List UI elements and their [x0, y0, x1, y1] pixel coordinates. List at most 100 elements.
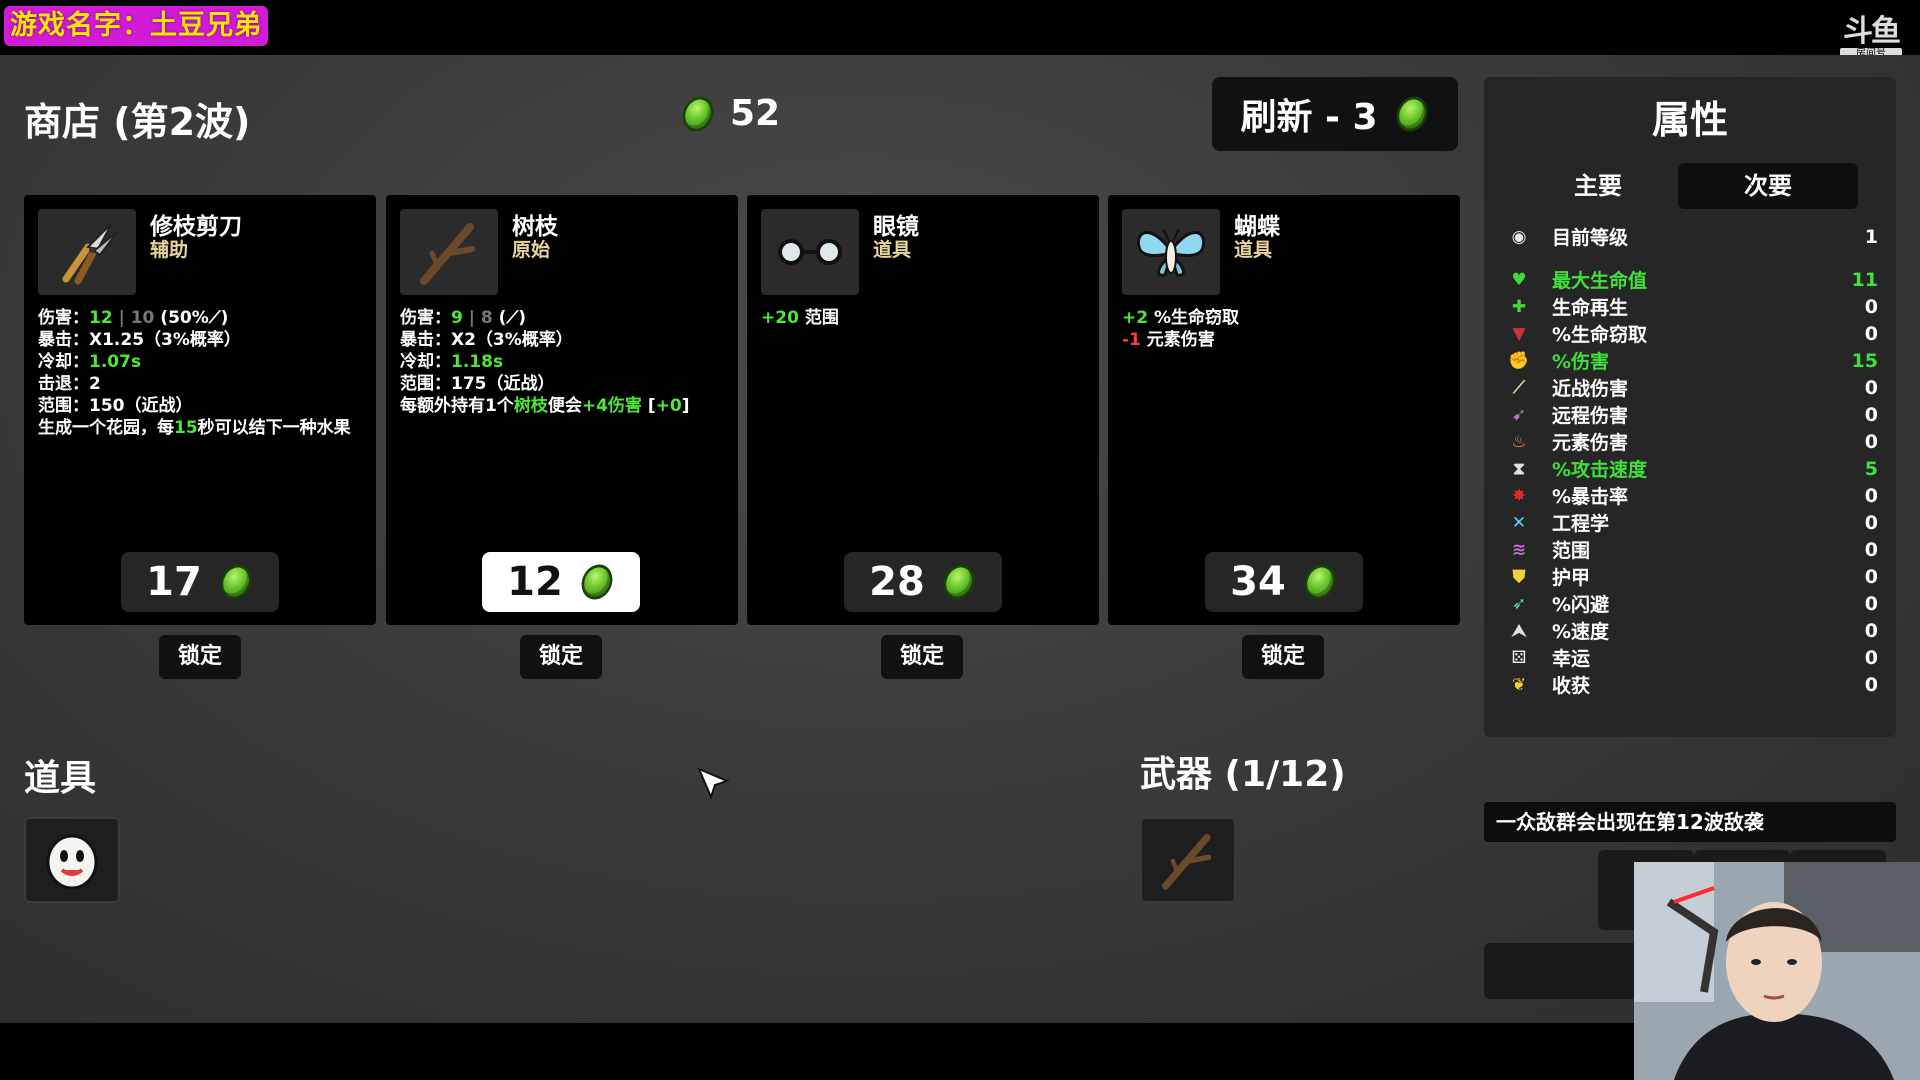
- attribute-value: 0: [1864, 538, 1878, 561]
- buy-price-button[interactable]: 17: [121, 552, 279, 612]
- card-kind: 辅助: [150, 239, 189, 261]
- attribute-row[interactable]: ✕ 工程学 0: [1506, 509, 1878, 536]
- potato-item-icon: [46, 834, 98, 890]
- attribute-row[interactable]: ✸ %暴击率 0: [1506, 482, 1878, 509]
- attribute-row[interactable]: ⟋ 近战伤害 0: [1506, 374, 1878, 401]
- attribute-label: 范围: [1552, 540, 1591, 562]
- stat-line: 范围：150（近战）: [38, 396, 193, 416]
- attribute-row[interactable]: ◉ 目前等级 1: [1506, 223, 1878, 250]
- card-description: 每额外持有1个树枝便会+4伤害 [+0]: [400, 396, 690, 416]
- card-stats: 伤害：12 | 10 (50%⟋) 暴击：X1.25（3%概率） 冷却：1.07…: [38, 307, 368, 439]
- attribute-row[interactable]: ➶ %闪避 0: [1506, 590, 1878, 617]
- attribute-row[interactable]: ⚄ 幸运 0: [1506, 644, 1878, 671]
- stat-line: 击退：2: [38, 374, 101, 394]
- material-coin-icon: [575, 559, 618, 605]
- material-coin-icon: [677, 90, 719, 137]
- attribute-value: 0: [1864, 403, 1878, 426]
- attribute-label: 元素伤害: [1552, 432, 1629, 454]
- attribute-row[interactable]: ⮝ %速度 0: [1506, 617, 1878, 644]
- lock-button-stick[interactable]: 锁定: [520, 635, 602, 679]
- effect-line: -1 元素伤害: [1122, 330, 1215, 350]
- attributes-panel: 属性 主要 次要 ◉ 目前等级 1 ♥ 最大生命值 11 ✚ 生命再生 0 ▼ %生命窃取 0 ✊ %伤害…: [1484, 77, 1896, 737]
- lock-button-pruning-shears[interactable]: 锁定: [159, 635, 241, 679]
- lock-button-glasses[interactable]: 锁定: [881, 635, 963, 679]
- attribute-label: %闪避: [1552, 594, 1610, 616]
- card-kind: 原始: [512, 239, 551, 261]
- attribute-row[interactable]: ▼ %生命窃取 0: [1506, 320, 1878, 347]
- attribute-row[interactable]: ⛊ 护甲 0: [1506, 563, 1878, 590]
- attributes-list: ◉ 目前等级 1 ♥ 最大生命值 11 ✚ 生命再生 0 ▼ %生命窃取 0 ✊ %伤害 15 ⟋ 近战伤害 0 ➹…: [1506, 223, 1878, 698]
- crit-icon: ✸: [1511, 485, 1527, 506]
- card-stats: 伤害：9 | 8 (⟋) 暴击：X2（3%概率） 冷却：1.18s 范围：175…: [400, 307, 730, 417]
- buy-price-button[interactable]: 34: [1205, 552, 1363, 612]
- attribute-row[interactable]: ✚ 生命再生 0: [1506, 293, 1878, 320]
- damage-icon: ✊: [1508, 350, 1530, 371]
- range-icon: ≋: [1511, 539, 1527, 560]
- attribute-label: 收获: [1552, 675, 1591, 697]
- gold-amount: 52: [730, 93, 781, 134]
- lock-button-butterfly[interactable]: 锁定: [1242, 635, 1324, 679]
- buy-price-button[interactable]: 28: [844, 552, 1002, 612]
- tab-secondary[interactable]: 次要: [1678, 163, 1858, 209]
- attribute-row[interactable]: ➹ 远程伤害 0: [1506, 401, 1878, 428]
- melee-icon: ⟋: [1513, 377, 1525, 398]
- attribute-label: %攻击速度: [1552, 459, 1648, 481]
- stat-line: 范围：175（近战）: [400, 374, 555, 394]
- stat-line: 冷却：1.07s: [38, 352, 142, 372]
- shop-title: 商店 (第2波): [24, 100, 251, 144]
- attribute-value: 5: [1864, 457, 1878, 480]
- buy-price-button[interactable]: 12: [482, 552, 640, 612]
- attribute-label: %速度: [1552, 621, 1610, 643]
- dodge-icon: ➶: [1511, 593, 1527, 614]
- attribute-label: 远程伤害: [1552, 405, 1629, 427]
- items-section-title: 道具: [24, 758, 97, 799]
- attribute-row[interactable]: ♥ 最大生命值 11: [1506, 266, 1878, 293]
- regen-icon: ✚: [1511, 296, 1527, 317]
- attribute-label: 目前等级: [1552, 227, 1629, 249]
- attack-speed-icon: ⧗: [1513, 458, 1525, 479]
- glasses-icon: [761, 209, 859, 295]
- streamer-webcam: [1634, 862, 1920, 1080]
- attribute-row[interactable]: ❦ 收获 0: [1506, 671, 1878, 698]
- card-effects: +20 范围: [761, 307, 1091, 329]
- attribute-row[interactable]: ♨ 元素伤害 0: [1506, 428, 1878, 455]
- shop-card-stick[interactable]: 树枝 原始 伤害：9 | 8 (⟋) 暴击：X2（3%概率） 冷却：1.18s …: [386, 195, 738, 625]
- armor-icon: ⛊: [1512, 566, 1526, 587]
- stat-line: 伤害：12 | 10 (50%⟋): [38, 308, 229, 328]
- mouse-cursor-icon: [697, 767, 730, 800]
- card-effects: +2 %生命窃取 -1 元素伤害: [1122, 307, 1452, 351]
- attribute-value: 0: [1864, 673, 1878, 696]
- material-coin-icon: [214, 559, 257, 605]
- shop-card-glasses[interactable]: 眼镜 道具 +20 范围 28: [747, 195, 1099, 625]
- effect-line: +2 %生命窃取: [1122, 308, 1240, 328]
- attribute-label: %伤害: [1552, 351, 1610, 373]
- attribute-label: 最大生命值: [1552, 270, 1648, 292]
- attribute-value: 0: [1864, 322, 1878, 345]
- wave-warning: 一众敌群会出现在第12波敌袭: [1484, 802, 1896, 842]
- attribute-value: 0: [1864, 592, 1878, 615]
- weapons-section-title: 武器 (1/12): [1140, 754, 1346, 795]
- attribute-label: 近战伤害: [1552, 378, 1629, 400]
- attribute-row[interactable]: ⧗ %攻击速度 5: [1506, 455, 1878, 482]
- attribute-value: 0: [1864, 430, 1878, 453]
- engineering-icon: ✕: [1511, 512, 1527, 533]
- card-kind: 道具: [1234, 239, 1273, 261]
- attribute-value: 0: [1864, 565, 1878, 588]
- price-value: 17: [146, 559, 202, 605]
- level-icon: ◉: [1511, 226, 1527, 247]
- attribute-row[interactable]: ≋ 范围 0: [1506, 536, 1878, 563]
- refresh-label: 刷新 - 3: [1240, 97, 1378, 138]
- attribute-value: 0: [1864, 619, 1878, 642]
- stick-icon: [400, 209, 498, 295]
- attribute-row[interactable]: ✊ %伤害 15: [1506, 347, 1878, 374]
- attribute-value: 0: [1864, 295, 1878, 318]
- weapon-slot-stick[interactable]: [1140, 817, 1236, 903]
- tab-primary[interactable]: 主要: [1508, 163, 1688, 209]
- shop-card-pruning-shears[interactable]: 修枝剪刀 辅助 伤害：12 | 10 (50%⟋) 暴击：X1.25（3%概率）…: [24, 195, 376, 625]
- douyu-logo-mark: 斗鱼: [1843, 14, 1901, 49]
- item-slot-potato[interactable]: [24, 817, 120, 903]
- pruning-shears-icon: [38, 209, 136, 295]
- shop-card-butterfly[interactable]: 蝴蝶 道具 +2 %生命窃取 -1 元素伤害 34: [1108, 195, 1460, 625]
- attribute-label: 护甲: [1552, 567, 1591, 589]
- refresh-button[interactable]: 刷新 - 3: [1212, 77, 1458, 151]
